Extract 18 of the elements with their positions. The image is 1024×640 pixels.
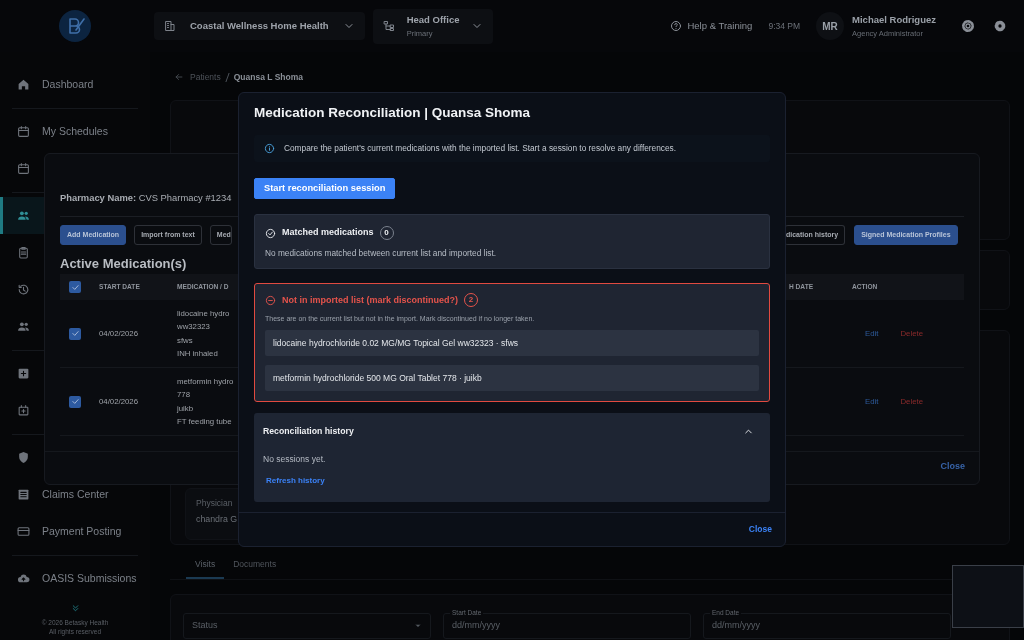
section-title: Not in imported list (mark discontinued?)	[282, 293, 458, 307]
history-title: Reconciliation history	[263, 425, 354, 439]
medication-item: metformin hydrochloride 500 MG Oral Tablet 778 · juikb	[265, 364, 759, 391]
section-heading: Active Medication(s)	[60, 255, 188, 273]
clock-time: 9:34 PM	[768, 19, 801, 33]
user-name: Michael Rodriguez	[852, 13, 936, 28]
pharmacy-name: Pharmacy Name: CVS Pharmacy #1234	[60, 191, 233, 205]
empty-history-text: No sessions yet.	[263, 452, 327, 466]
section-title: Matched medications	[282, 226, 374, 240]
info-text: Compare the patient's current medications with the imported list. Start a session to resolve any differences.	[284, 142, 677, 155]
medication-item: lidocaine hydrochloride 0.02 MG/MG Topical Gel ww32323 · sfws	[265, 329, 759, 356]
physician-name: chandra G	[196, 512, 239, 526]
office-name: Head Office	[406, 13, 460, 28]
section-description: No medications matched between current list and imported list.	[265, 247, 498, 260]
user-avatar: MR	[816, 12, 845, 40]
breadcrumb-current: Quansa L Shoma	[233, 70, 303, 84]
physician-label: Physician	[196, 497, 234, 510]
dialog-title: Medication Reconciliation | Quansa Shoma	[254, 104, 532, 122]
